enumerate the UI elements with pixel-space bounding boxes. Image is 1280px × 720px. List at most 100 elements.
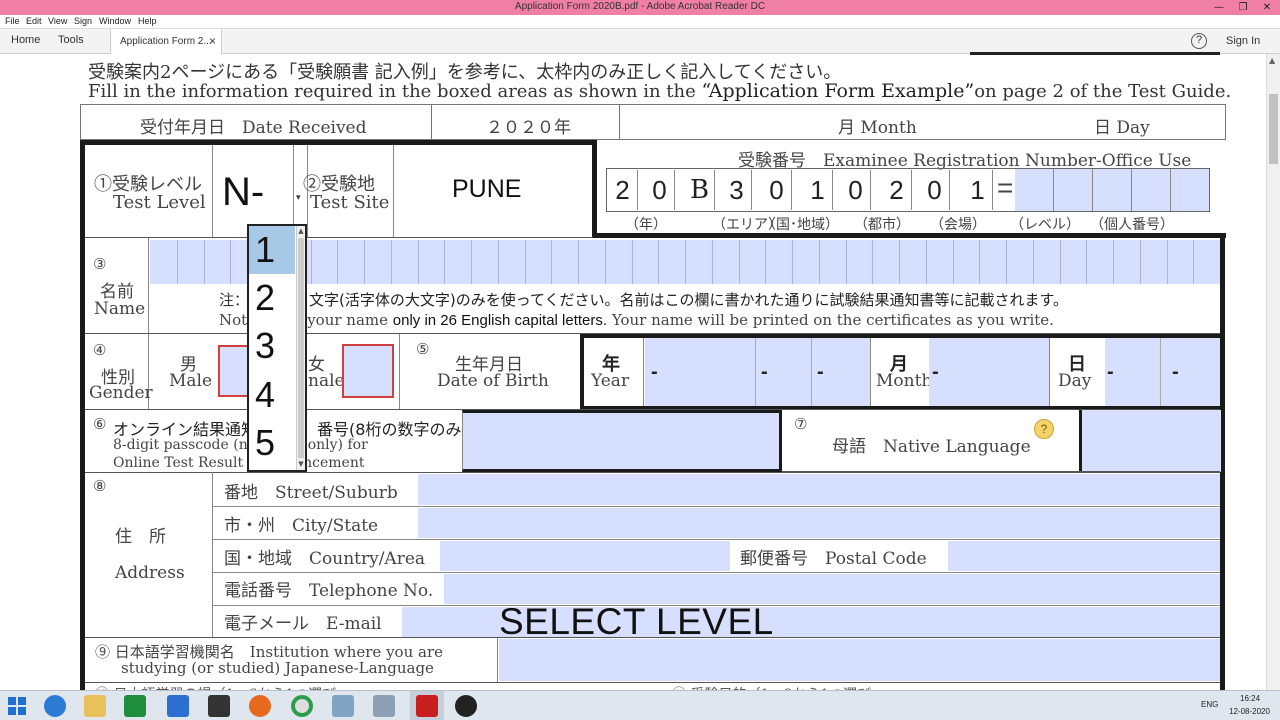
dropbox-icon[interactable]	[167, 695, 189, 717]
minimize-button[interactable]: —	[1208, 0, 1230, 15]
windows-start-icon[interactable]	[8, 697, 26, 715]
close-window-button[interactable]: ✕	[1256, 0, 1278, 15]
phone-input[interactable]	[444, 574, 1220, 604]
native-language-help-icon[interactable]: ?	[1034, 419, 1054, 439]
female-checkbox[interactable]	[342, 344, 394, 398]
reg-digit: 1	[963, 170, 993, 210]
native-language-num: ⑦	[794, 415, 808, 433]
dropdown-option-5[interactable]: 5	[251, 419, 295, 467]
clock-time[interactable]: 16:24	[1240, 694, 1260, 703]
dob-dash: -	[932, 361, 939, 383]
select-level-caption: SELECT LEVEL	[499, 601, 774, 642]
email-label: 電子メール E-mail	[224, 614, 382, 634]
dob-day-en: Day	[1058, 371, 1092, 391]
passcode-input[interactable]	[462, 410, 782, 472]
city-input[interactable]	[418, 508, 1220, 538]
reg-digit: 2	[608, 170, 638, 210]
tab-document-label: Application Form 2...	[120, 36, 212, 47]
dob-day-input[interactable]	[1105, 338, 1220, 406]
dropdown-scroll-down-icon[interactable]: ▼	[297, 460, 305, 468]
reg-digit: 3	[722, 170, 752, 210]
passcode-line3-b: ncement	[303, 455, 365, 471]
native-language-input[interactable]	[1079, 410, 1221, 472]
passcode-line2-b: only) for	[307, 437, 368, 453]
country-input[interactable]	[440, 541, 730, 571]
menu-sign[interactable]: Sign	[74, 16, 92, 26]
test-level-label-en: Test Level	[113, 192, 206, 213]
scroll-thumb[interactable]	[1269, 94, 1278, 164]
name-cell-divider	[1032, 240, 1034, 284]
tab-document[interactable]: Application Form 2... ×	[110, 29, 222, 54]
dropdown-option-2[interactable]: 2	[251, 274, 295, 322]
dropdown-option-4[interactable]: 4	[251, 371, 295, 419]
date-received-day: 日 Day	[1094, 118, 1150, 138]
sign-in-button[interactable]: Sign In	[1226, 35, 1260, 47]
chrome-icon[interactable]	[291, 695, 313, 717]
name-cell-divider	[471, 240, 472, 284]
reg-equals: =	[997, 172, 1014, 203]
tab-home[interactable]: Home	[11, 34, 40, 46]
test-level-value[interactable]: N-	[222, 170, 264, 215]
date-received-label: 受付年月日 Date Received	[140, 118, 367, 138]
institution-num: ⑨	[95, 643, 111, 661]
clock-date[interactable]: 12-08-2020	[1229, 707, 1270, 716]
close-tab-icon[interactable]: ×	[209, 34, 216, 48]
maximize-button[interactable]: ❐	[1232, 0, 1254, 15]
dropdown-option-3[interactable]: 3	[251, 322, 295, 370]
postal-label: 郵便番号 Postal Code	[740, 549, 927, 569]
dropdown-scrollbar[interactable]: ▲ ▼	[296, 226, 305, 470]
internet-explorer-icon[interactable]	[44, 695, 66, 717]
dob-year-input[interactable]	[645, 338, 870, 406]
dropdown-scroll-thumb[interactable]	[298, 238, 304, 458]
name-cell-divider	[337, 240, 339, 284]
reg-digit: 1	[803, 170, 833, 210]
language-indicator[interactable]: ENG	[1201, 700, 1218, 709]
acrobat-taskbar-button[interactable]	[410, 691, 444, 720]
date-received-year: ２０２０年	[486, 118, 571, 138]
institution-input[interactable]	[499, 639, 1220, 681]
menu-view[interactable]: View	[48, 16, 67, 26]
dob-month-input[interactable]	[929, 338, 1049, 406]
name-cell-divider	[203, 240, 205, 284]
postal-input[interactable]	[948, 541, 1220, 571]
name-note-en-d: Your name will be printed on the certifi…	[611, 311, 1054, 329]
name-note-jp: 注： 文字(活字体の大文字)のみを使ってください。名前はこの欄に書かれた通りに試験…	[219, 289, 1068, 310]
obs-icon[interactable]	[455, 695, 477, 717]
country-label: 国・地域 Country/Area	[224, 549, 426, 569]
reg-sub-year: （年）	[625, 217, 667, 233]
media-app-icon[interactable]	[208, 695, 230, 717]
app-icon[interactable]	[373, 695, 395, 717]
menu-file[interactable]: File	[5, 16, 20, 26]
name-label-en: Name	[94, 299, 146, 319]
dropdown-option-1[interactable]: 1	[251, 226, 295, 274]
name-cell-divider	[390, 240, 392, 284]
reg-digit: 2	[882, 170, 912, 210]
file-explorer-icon[interactable]	[84, 695, 106, 717]
address-label-en: Address	[115, 563, 185, 583]
app-icon[interactable]	[332, 695, 354, 717]
help-icon[interactable]: ?	[1191, 33, 1207, 49]
tab-tools[interactable]: Tools	[58, 34, 84, 46]
test-site-value[interactable]: PUNE	[452, 175, 521, 204]
menu-edit[interactable]: Edit	[26, 16, 42, 26]
scroll-up-icon[interactable]: ▲	[1269, 56, 1278, 66]
name-cell-divider	[1086, 240, 1088, 284]
name-cell-divider	[417, 240, 419, 284]
window-title: Application Form 2020B.pdf - Adobe Acrob…	[514, 1, 766, 12]
menu-window[interactable]: Window	[99, 16, 131, 26]
vertical-scrollbar[interactable]: ▲	[1266, 54, 1280, 690]
reg-digit: 0	[841, 170, 871, 210]
name-cell-divider	[738, 240, 740, 284]
dropdown-scroll-up-icon[interactable]: ▲	[297, 227, 305, 235]
reg-sub-country: （国･地域）	[762, 217, 839, 233]
date-received-month: 月 Month	[838, 118, 917, 138]
firefox-icon[interactable]	[249, 695, 271, 717]
name-cell-divider	[551, 240, 553, 284]
name-cell-divider	[952, 240, 954, 284]
test-level-dropdown-arrow-icon[interactable]: ▾	[296, 192, 301, 203]
menu-help[interactable]: Help	[138, 16, 157, 26]
dob-dash: -	[817, 361, 824, 383]
test-level-dropdown-list[interactable]: 1 2 3 4 5 ▲ ▼	[247, 224, 307, 472]
excel-icon[interactable]	[124, 695, 146, 717]
street-input[interactable]	[418, 474, 1220, 505]
